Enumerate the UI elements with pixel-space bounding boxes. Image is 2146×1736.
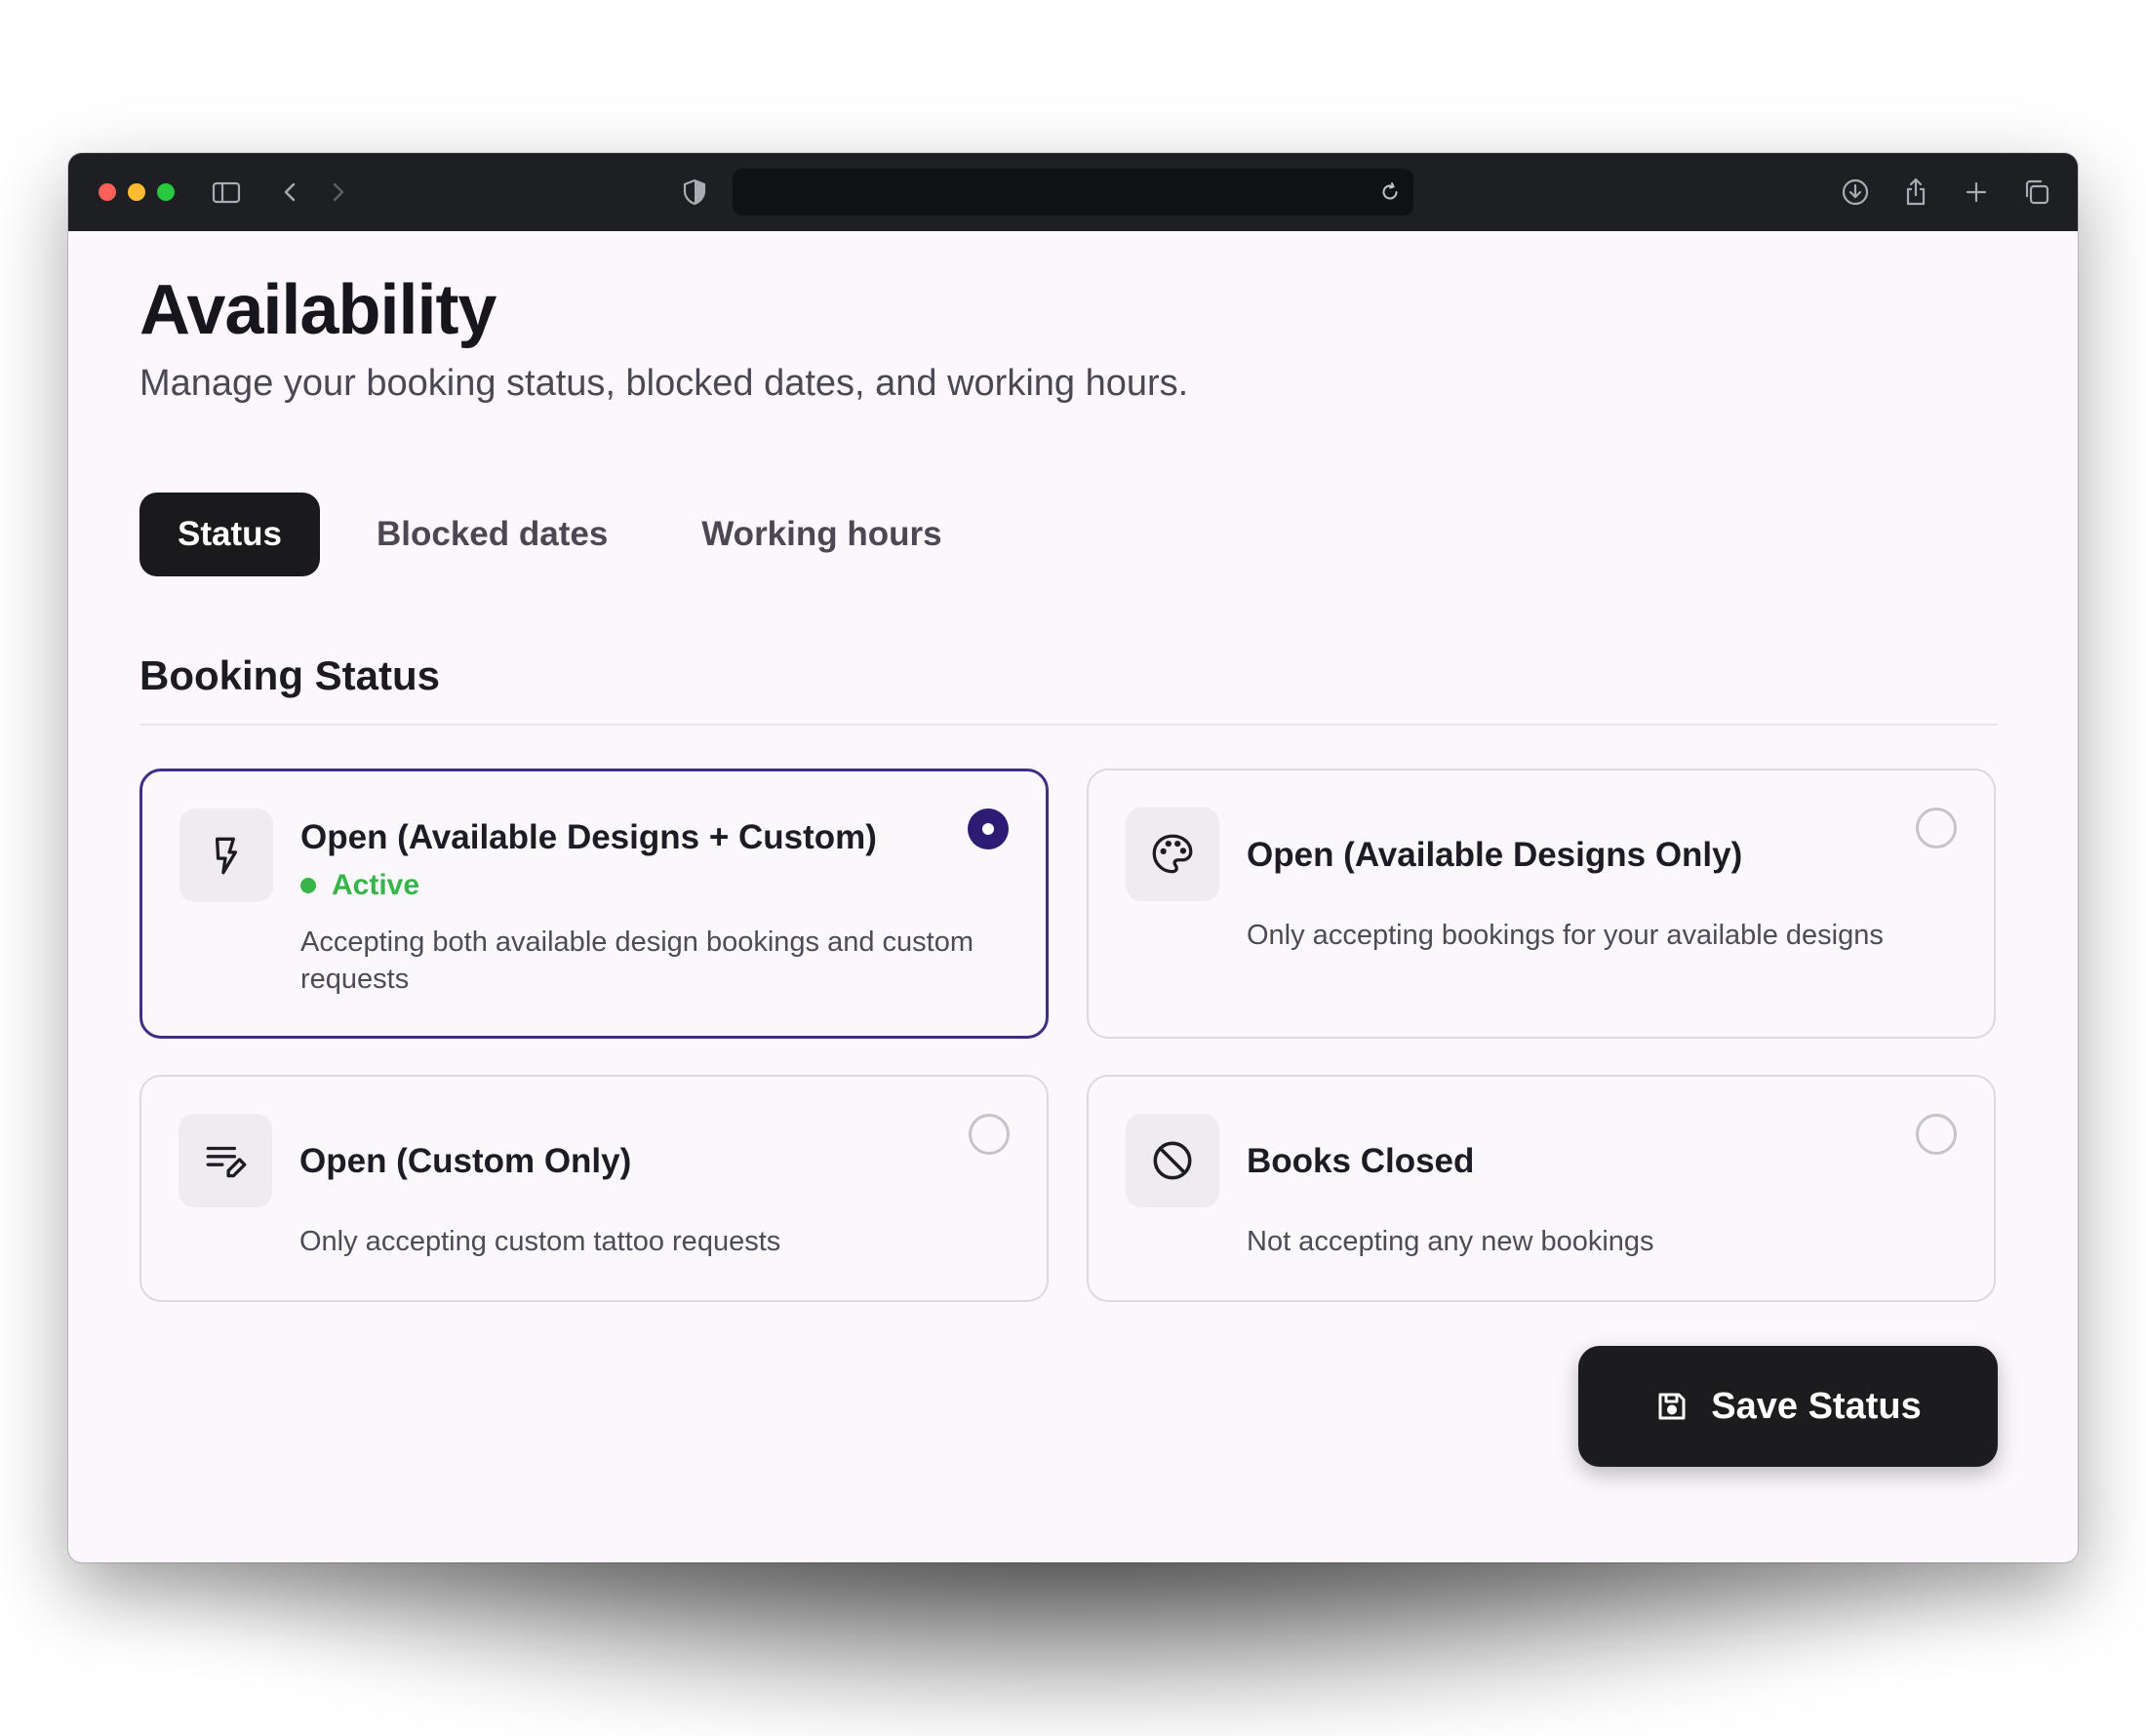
option-title: Books Closed <box>1247 1142 1475 1180</box>
option-radio[interactable] <box>1916 1114 1957 1155</box>
option-title: Open (Available Designs + Custom) <box>300 818 877 856</box>
page-subtitle: Manage your booking status, blocked date… <box>139 363 1189 404</box>
minimize-window-button[interactable] <box>128 183 145 201</box>
tab-status[interactable]: Status <box>139 493 320 576</box>
page-title: Availability <box>139 271 497 349</box>
tabs-overview-icon[interactable] <box>2021 177 2052 208</box>
option-description: Not accepting any new bookings <box>1247 1226 1654 1257</box>
save-icon <box>1654 1389 1689 1424</box>
sidebar-icon[interactable] <box>211 177 242 208</box>
tab-bar: Status Blocked dates Working hours <box>139 493 979 576</box>
option-radio[interactable] <box>1916 808 1957 848</box>
save-button-label: Save Status <box>1711 1385 1922 1427</box>
option-title: Open (Available Designs Only) <box>1247 836 1743 874</box>
save-status-button[interactable]: Save Status <box>1578 1346 1998 1467</box>
option-radio[interactable] <box>969 1114 1010 1155</box>
back-icon[interactable] <box>275 177 306 208</box>
option-description: Accepting both available design bookings… <box>300 927 974 995</box>
download-icon[interactable] <box>1840 177 1871 208</box>
status-option-designs-only[interactable]: Open (Available Designs Only) Only accep… <box>1087 769 1996 1039</box>
shield-icon[interactable] <box>679 177 710 208</box>
browser-toolbar <box>68 153 2078 231</box>
edit-list-icon <box>179 1114 272 1207</box>
status-option-designs-and-custom[interactable]: Open (Available Designs + Custom) Active… <box>139 769 1049 1039</box>
option-description: Only accepting custom tattoo requests <box>299 1226 781 1257</box>
tab-working-hours[interactable]: Working hours <box>664 493 978 576</box>
active-status: Active <box>300 869 419 902</box>
share-icon[interactable] <box>1900 177 1931 208</box>
status-option-custom-only[interactable]: Open (Custom Only) Only accepting custom… <box>139 1075 1049 1302</box>
zoom-window-button[interactable] <box>157 183 175 201</box>
reload-icon[interactable] <box>1378 180 1402 204</box>
active-badge: Active <box>332 869 420 901</box>
close-window-button[interactable] <box>99 183 116 201</box>
option-description: Only accepting bookings for your availab… <box>1247 920 1884 951</box>
address-bar[interactable] <box>733 169 1413 216</box>
active-dot <box>300 878 316 893</box>
section-title: Booking Status <box>139 652 441 698</box>
bolt-icon <box>179 809 273 902</box>
forward-icon[interactable] <box>322 177 353 208</box>
section-divider <box>139 724 1998 726</box>
new-tab-icon[interactable] <box>1961 177 1992 208</box>
block-icon <box>1126 1114 1219 1207</box>
browser-window: Availability Manage your booking status,… <box>68 153 2078 1562</box>
option-title: Open (Custom Only) <box>299 1142 632 1180</box>
availability-page: Availability Manage your booking status,… <box>68 231 2078 1562</box>
palette-icon <box>1126 808 1219 901</box>
tab-blocked-dates[interactable]: Blocked dates <box>339 493 645 576</box>
option-radio[interactable] <box>968 809 1009 849</box>
status-option-books-closed[interactable]: Books Closed Not accepting any new booki… <box>1087 1075 1996 1302</box>
